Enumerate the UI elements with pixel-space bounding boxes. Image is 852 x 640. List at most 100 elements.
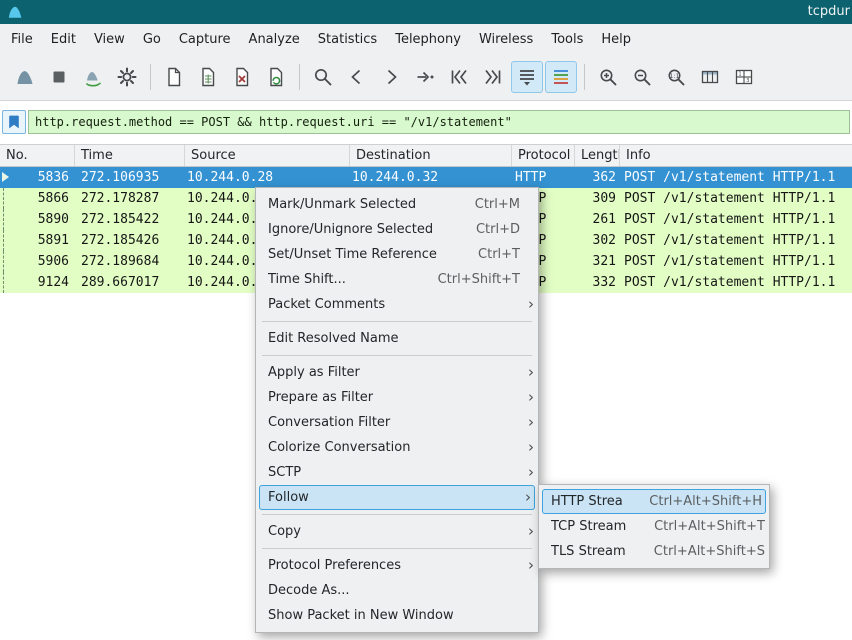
column-header-source[interactable]: Source (185, 145, 350, 166)
cell-info: POST /v1/statement HTTP/1.1 (620, 272, 852, 293)
menu-item-label: Prepare as Filter (268, 386, 520, 409)
menu-separator (262, 548, 532, 549)
column-header-length[interactable]: Lengtl (575, 145, 620, 166)
bookmark-icon (6, 114, 22, 130)
menu-file[interactable]: File (2, 27, 42, 52)
menu-item-colorize-conversation[interactable]: Colorize Conversation › (256, 435, 538, 460)
menu-telephony[interactable]: Telephony (386, 27, 470, 52)
menu-separator (262, 355, 532, 356)
menu-item-prepare-as-filter[interactable]: Prepare as Filter › (256, 385, 538, 410)
menu-item-label: SCTP (268, 461, 520, 484)
submenu-item-tcp-stream[interactable]: TCP Stream Ctrl+Alt+Shift+T (539, 514, 769, 539)
menu-tools[interactable]: Tools (542, 27, 592, 52)
submenu-item-tls-stream[interactable]: TLS Stream Ctrl+Alt+Shift+S (539, 539, 769, 564)
menu-item-shortcut: Ctrl+Shift+T (438, 268, 520, 291)
column-header-protocol[interactable]: Protocol (512, 145, 575, 166)
zoom-in-button[interactable] (592, 61, 624, 93)
go-to-packet-button[interactable] (409, 61, 441, 93)
svg-text:3: 3 (746, 78, 750, 84)
menu-item-show-packet-in-new-window[interactable]: Show Packet in New Window (256, 603, 538, 628)
menu-capture[interactable]: Capture (170, 27, 240, 52)
cell-info: POST /v1/statement HTTP/1.1 (620, 167, 852, 188)
filter-bookmark-button[interactable] (2, 110, 26, 134)
auto-scroll-button[interactable] (511, 61, 543, 93)
menu-go[interactable]: Go (134, 27, 170, 52)
zoom-reset-button[interactable]: 1:1 (660, 61, 692, 93)
close-file-button[interactable] (226, 61, 258, 93)
menu-item-copy[interactable]: Copy › (256, 519, 538, 544)
last-packet-button[interactable] (477, 61, 509, 93)
cell-info: POST /v1/statement HTTP/1.1 (620, 230, 852, 251)
menu-item-shortcut: Ctrl+M (475, 193, 520, 216)
save-file-icon (197, 66, 219, 88)
resize-columns-button[interactable] (694, 61, 726, 93)
title-bar: tcpdur (0, 0, 852, 24)
menu-item-mark-unmark-selected[interactable]: Mark/Unmark Selected Ctrl+M (256, 192, 538, 217)
menu-edit[interactable]: Edit (42, 27, 85, 52)
start-capture-button[interactable] (9, 61, 41, 93)
menu-statistics[interactable]: Statistics (309, 27, 386, 52)
menu-item-decode-as[interactable]: Decode As... (256, 578, 538, 603)
submenu-arrow-icon: › (520, 461, 534, 484)
column-header-time[interactable]: Time (75, 145, 185, 166)
colorize-button[interactable] (545, 61, 577, 93)
submenu-arrow-icon: › (520, 436, 534, 459)
menu-item-shortcut: Ctrl+Alt+Shift+S (654, 540, 765, 563)
menu-item-protocol-preferences[interactable]: Protocol Preferences › (256, 553, 538, 578)
zoom-original-icon: 1:1 (665, 66, 687, 88)
displayed-columns-button[interactable]: 1 3 (728, 61, 760, 93)
cell-no: 5891 (0, 230, 75, 251)
stop-capture-button[interactable] (43, 61, 75, 93)
window-title: tcpdur (808, 4, 850, 19)
display-filter-bar (2, 109, 850, 135)
menu-item-label: Conversation Filter (268, 411, 520, 434)
restart-capture-button[interactable] (77, 61, 109, 93)
open-file-button[interactable] (158, 61, 190, 93)
menu-item-edit-resolved-name[interactable]: Edit Resolved Name (256, 326, 538, 351)
shark-fin-icon (14, 66, 36, 88)
zoom-out-button[interactable] (626, 61, 658, 93)
menu-item-label: Set/Unset Time Reference (268, 243, 452, 266)
cell-time: 289.667017 (75, 272, 185, 293)
menu-item-follow[interactable]: Follow › (259, 485, 535, 510)
menu-item-apply-as-filter[interactable]: Apply as Filter › (256, 360, 538, 385)
menu-analyze[interactable]: Analyze (240, 27, 309, 52)
go-forward-button[interactable] (375, 61, 407, 93)
skip-first-icon (448, 66, 470, 88)
menu-wireless[interactable]: Wireless (470, 27, 542, 52)
toolbar-separator (150, 64, 151, 90)
menu-item-time-shift[interactable]: Time Shift... Ctrl+Shift+T (256, 267, 538, 292)
menu-item-label: Time Shift... (268, 268, 412, 291)
menu-item-set-unset-time-reference[interactable]: Set/Unset Time Reference Ctrl+T (256, 242, 538, 267)
find-packet-button[interactable] (307, 61, 339, 93)
menu-item-ignore-unignore-selected[interactable]: Ignore/Unignore Selected Ctrl+D (256, 217, 538, 242)
first-packet-button[interactable] (443, 61, 475, 93)
cell-no: 5890 (0, 209, 75, 230)
reload-icon (265, 66, 287, 88)
menu-view[interactable]: View (85, 27, 134, 52)
menu-item-shortcut: Ctrl+T (478, 243, 520, 266)
menu-item-sctp[interactable]: SCTP › (256, 460, 538, 485)
reload-file-button[interactable] (260, 61, 292, 93)
cell-length: 362 (575, 167, 620, 188)
follow-submenu: HTTP Stream Ctrl+Alt+Shift+H TCP Stream … (538, 484, 770, 569)
menu-item-packet-comments[interactable]: Packet Comments › (256, 292, 538, 317)
related-packet-line (3, 209, 4, 230)
save-file-button[interactable] (192, 61, 224, 93)
cell-time: 272.185426 (75, 230, 185, 251)
column-header-info[interactable]: Info (620, 145, 852, 166)
wireshark-window: tcpdur File Edit View Go Capture Analyze… (0, 0, 852, 640)
column-header-no[interactable]: No. (0, 145, 75, 166)
column-header-destination[interactable]: Destination (350, 145, 512, 166)
capture-options-button[interactable] (111, 61, 143, 93)
go-back-button[interactable] (341, 61, 373, 93)
menu-item-label: Show Packet in New Window (268, 604, 520, 627)
goto-arrow-icon (414, 66, 436, 88)
submenu-item-http-stream[interactable]: HTTP Stream Ctrl+Alt+Shift+H (542, 489, 766, 514)
packet-list-header: No. Time Source Destination Protocol Len… (0, 144, 852, 167)
menu-item-conversation-filter[interactable]: Conversation Filter › (256, 410, 538, 435)
menu-help[interactable]: Help (592, 27, 640, 52)
menu-item-label: Protocol Preferences (268, 554, 520, 577)
display-filter-input[interactable] (28, 110, 850, 134)
packet-row[interactable]: 5836 272.106935 10.244.0.28 10.244.0.32 … (0, 167, 852, 188)
